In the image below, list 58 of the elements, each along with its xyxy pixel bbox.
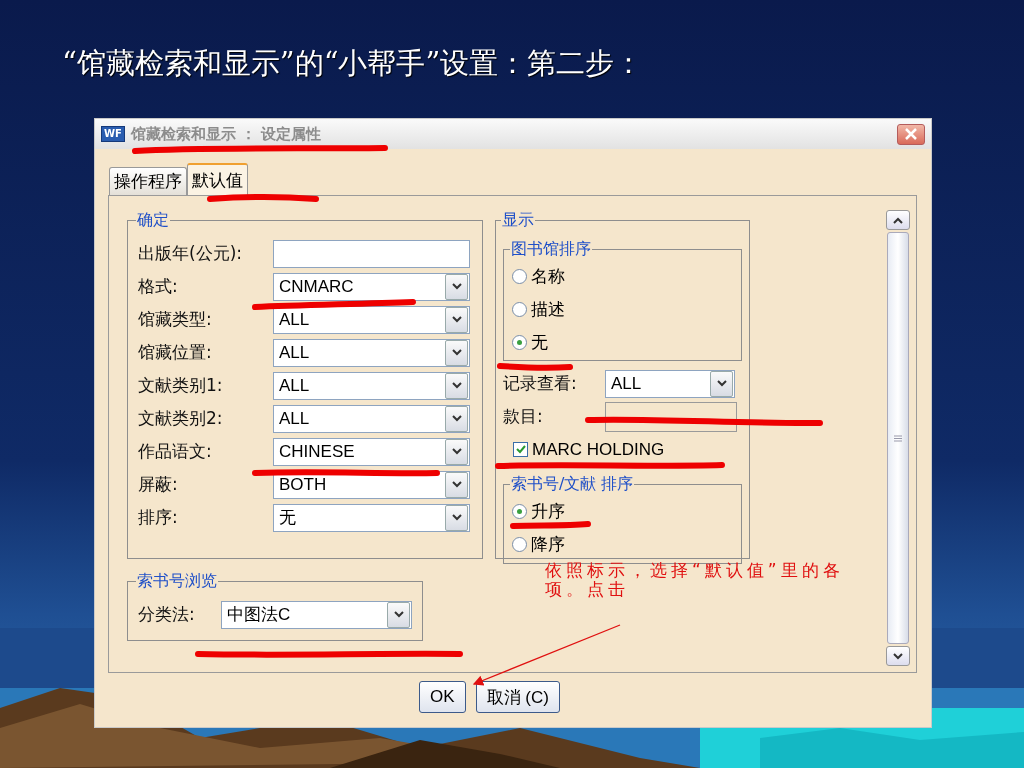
chevron-up-icon (893, 216, 903, 224)
check-icon (515, 445, 526, 454)
dropdown[interactable]: CHINESE (273, 437, 470, 466)
close-button[interactable] (897, 123, 925, 145)
grip-icon (894, 434, 902, 442)
group-legend: 图书馆排序 (510, 239, 592, 260)
window-title: 馆藏检索和显示 ： 设定属性 (130, 124, 323, 144)
dropdown[interactable]: 中图法C (221, 600, 412, 629)
dropdown[interactable]: ALL (273, 404, 470, 433)
dropdown[interactable]: 无 (273, 503, 470, 532)
field-label: 出版年(公元): (138, 242, 243, 265)
chevron-down-icon (451, 349, 462, 356)
group-legend: 索书号浏览 (136, 571, 218, 592)
chevron-down-icon (716, 380, 727, 387)
annotation-note: 依照标示，选择“默认值”里的各项。点击 (545, 561, 845, 599)
field-label: 分类法: (138, 603, 196, 626)
dropdown[interactable]: ALL (273, 338, 470, 367)
tab[interactable]: 默认值 (187, 163, 248, 195)
chevron-down-icon (451, 415, 462, 422)
entry-field[interactable] (605, 401, 737, 432)
checkbox[interactable]: MARC HOLDING (503, 433, 742, 466)
field-label: 记录查看: (503, 372, 578, 395)
field-label: 排序: (138, 506, 179, 529)
group-legend: 索书号/文献 排序 (510, 474, 635, 495)
chevron-down-icon (451, 283, 462, 290)
chevron-down-icon (451, 382, 462, 389)
field-label: 文献类别2: (138, 407, 224, 430)
radio-option[interactable]: 升序 (512, 495, 733, 528)
field-label: 屏蔽: (138, 473, 179, 496)
app-logo: WF (101, 126, 125, 142)
dialog-button[interactable]: OK (419, 681, 466, 713)
field-label: 作品语文: (138, 440, 213, 463)
group-legend: 确定 (136, 210, 170, 231)
dialog-button[interactable]: 取消 (C) (475, 681, 560, 713)
field-label: 馆藏位置: (138, 341, 213, 364)
chevron-down-icon (451, 316, 462, 323)
chevron-down-icon (451, 514, 462, 521)
radio-option[interactable]: 无 (512, 326, 733, 359)
chevron-down-icon (893, 652, 903, 660)
scrollbar[interactable] (886, 210, 910, 666)
group-legend: 显示 (501, 210, 535, 231)
chevron-down-icon (451, 481, 462, 488)
chevron-down-icon (451, 448, 462, 455)
text-field[interactable] (273, 239, 470, 268)
dropdown[interactable]: CNMARC (273, 272, 470, 301)
chevron-down-icon (393, 611, 404, 618)
radio-option[interactable]: 名称 (512, 260, 733, 293)
close-icon (905, 128, 917, 140)
dropdown[interactable]: ALL (273, 371, 470, 400)
field-label: 文献类别1: (138, 374, 224, 397)
radio-option[interactable]: 描述 (512, 293, 733, 326)
field-label: 款目: (503, 405, 544, 428)
tab[interactable]: 操作程序 (109, 167, 187, 195)
field-label: 格式: (138, 275, 179, 298)
dropdown[interactable]: ALL (273, 305, 470, 334)
field-label: 馆藏类型: (138, 308, 213, 331)
radio-option[interactable]: 降序 (512, 528, 733, 561)
dropdown[interactable]: ALL (605, 369, 735, 398)
